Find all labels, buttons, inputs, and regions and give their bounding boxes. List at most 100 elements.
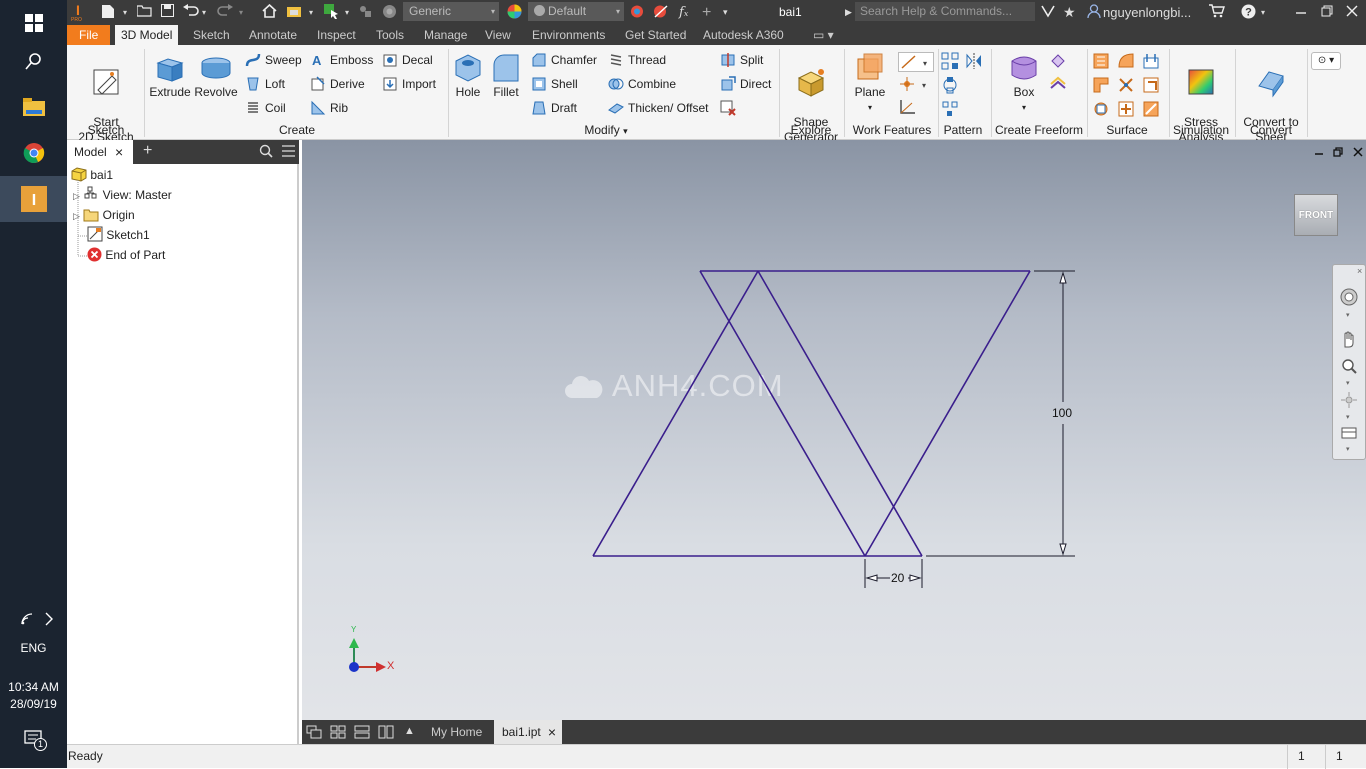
- measure-icon[interactable]: +: [702, 4, 711, 21]
- search-binoculars-icon[interactable]: [1041, 4, 1055, 21]
- delete-face-button[interactable]: [720, 98, 740, 118]
- redo-dropdown-icon[interactable]: ▾: [239, 4, 243, 21]
- clock-date[interactable]: 28/09/19: [0, 697, 67, 711]
- thicken-offset-button[interactable]: Thicken/ Offset: [608, 98, 708, 118]
- freeform-edit-icon[interactable]: [1049, 76, 1069, 96]
- project-dropdown-icon[interactable]: ▾: [309, 4, 313, 21]
- chevron-right-icon[interactable]: ▶: [845, 4, 852, 21]
- adjust-appearance-icon[interactable]: [630, 4, 646, 21]
- cascade-windows-icon[interactable]: [306, 725, 322, 742]
- chrome-icon[interactable]: [0, 130, 67, 176]
- rectangular-pattern-icon[interactable]: [941, 52, 961, 72]
- clock-time[interactable]: 10:34 AM: [0, 680, 67, 694]
- hole-button[interactable]: Hole: [451, 51, 485, 100]
- dimension-horizontal-value[interactable]: 20: [891, 571, 904, 585]
- action-center-icon[interactable]: 1: [24, 730, 48, 754]
- tab-environments[interactable]: Environments: [526, 25, 611, 45]
- chamfer-button[interactable]: Chamfer: [531, 50, 597, 70]
- appearance-icon[interactable]: [507, 4, 522, 21]
- minimize-icon[interactable]: [1295, 4, 1307, 21]
- dimension-vertical-value[interactable]: 100: [1052, 406, 1072, 420]
- patch-icon[interactable]: [1117, 52, 1137, 72]
- combine-button[interactable]: Combine: [608, 74, 676, 94]
- split-button[interactable]: Split: [720, 50, 763, 70]
- sweep-button[interactable]: Sweep: [245, 50, 302, 70]
- box-freeform-button[interactable]: Box ▾: [1003, 51, 1045, 115]
- appearance-dropdown[interactable]: Default ▾: [528, 2, 624, 21]
- axis-button[interactable]: ▾: [898, 52, 934, 72]
- file-explorer-icon[interactable]: [0, 84, 67, 130]
- redo-icon[interactable]: [217, 4, 233, 21]
- inventor-app-icon[interactable]: I PRO: [71, 2, 85, 23]
- emboss-button[interactable]: A Emboss: [310, 50, 373, 70]
- draft-button[interactable]: Draft: [531, 98, 577, 118]
- fit-mesh-face-icon[interactable]: [1142, 100, 1162, 120]
- tab-autodesk-a360[interactable]: Autodesk A360: [697, 25, 790, 45]
- point-button[interactable]: ▾: [898, 75, 934, 95]
- network-icon[interactable]: [20, 612, 36, 629]
- stitch-icon[interactable]: [1142, 52, 1162, 72]
- ribbon-options-icon[interactable]: ▭ ▾: [807, 25, 840, 45]
- undo-dropdown-icon[interactable]: ▾: [202, 4, 206, 21]
- circular-pattern-icon[interactable]: [941, 76, 961, 96]
- tab-tools[interactable]: Tools: [370, 25, 410, 45]
- freeform-convert-icon[interactable]: [1049, 52, 1069, 72]
- tile-windows-icon[interactable]: [330, 725, 346, 742]
- user-icon[interactable]: [1087, 4, 1101, 21]
- ribbon-display-options-icon[interactable]: ⊙ ▾: [1311, 52, 1341, 70]
- tab-manage[interactable]: Manage: [418, 25, 473, 45]
- material-icon[interactable]: [382, 4, 397, 21]
- thicken-surface-icon[interactable]: [1092, 52, 1112, 72]
- undo-icon[interactable]: [183, 4, 199, 21]
- tab-bai1-ipt[interactable]: bai1.ipt ×: [494, 720, 562, 744]
- shell-button[interactable]: Shell: [531, 74, 578, 94]
- select-dropdown-icon[interactable]: ▾: [345, 4, 349, 21]
- tab-get-started[interactable]: Get Started: [619, 25, 692, 45]
- tab-3d-model[interactable]: 3D Model: [115, 25, 179, 45]
- graphics-window[interactable]: FRONT × ▾ ▾ ▾ ▾ ANH4.COM 100 20 Y X: [302, 140, 1366, 720]
- revolve-button[interactable]: Revolve: [193, 51, 239, 100]
- material-dropdown[interactable]: Generic ▾: [403, 2, 499, 21]
- expand-tabs-icon[interactable]: ▲: [404, 725, 415, 737]
- modify-panel-label[interactable]: Modify ▾: [531, 123, 681, 137]
- plane-button[interactable]: Plane ▾: [849, 51, 891, 115]
- derive-button[interactable]: Derive: [310, 74, 365, 94]
- search-help-input[interactable]: Search Help & Commands...: [855, 2, 1035, 21]
- decal-button[interactable]: Decal: [382, 50, 433, 70]
- tab-view[interactable]: View: [479, 25, 517, 45]
- restore-icon[interactable]: [1321, 4, 1333, 21]
- open-icon[interactable]: [136, 4, 152, 21]
- tile-vertical-icon[interactable]: [378, 725, 394, 742]
- user-name[interactable]: nguyenlongbi...: [1103, 4, 1191, 21]
- ucs-button[interactable]: [898, 98, 920, 118]
- direct-button[interactable]: Direct: [720, 74, 771, 94]
- close-icon[interactable]: ×: [548, 720, 556, 744]
- mirror-icon[interactable]: [965, 52, 985, 72]
- tab-inspect[interactable]: Inspect: [311, 25, 362, 45]
- store-cart-icon[interactable]: [1209, 4, 1225, 21]
- loft-button[interactable]: Loft: [245, 74, 285, 94]
- help-dropdown-icon[interactable]: ▾: [1261, 4, 1265, 21]
- sketch-driven-pattern-icon[interactable]: [941, 100, 961, 120]
- inventor-taskbar-icon[interactable]: I: [0, 176, 67, 222]
- search-icon[interactable]: [0, 38, 67, 84]
- favorites-star-icon[interactable]: ★: [1063, 4, 1076, 21]
- tab-annotate[interactable]: Annotate: [243, 25, 303, 45]
- customize-quick-access-icon[interactable]: ▾: [723, 4, 728, 21]
- import-button[interactable]: Import: [382, 74, 436, 94]
- language-indicator[interactable]: ENG: [0, 641, 67, 655]
- tile-horizontal-icon[interactable]: [354, 725, 370, 742]
- new-dropdown-icon[interactable]: ▾: [123, 4, 127, 21]
- tab-file[interactable]: File: [67, 25, 111, 45]
- extrude-button[interactable]: Extrude: [149, 51, 191, 100]
- home-icon[interactable]: [262, 3, 277, 21]
- tab-sketch[interactable]: Sketch: [187, 25, 236, 45]
- trim-surface-icon[interactable]: [1117, 76, 1137, 96]
- thread-button[interactable]: Thread: [608, 50, 666, 70]
- save-icon[interactable]: [161, 4, 174, 21]
- fillet-button[interactable]: Fillet: [488, 51, 524, 100]
- tab-my-home[interactable]: My Home: [423, 720, 490, 744]
- select-filter-icon[interactable]: [358, 4, 372, 21]
- coil-button[interactable]: Coil: [245, 98, 286, 118]
- extend-surface-icon[interactable]: [1142, 76, 1162, 96]
